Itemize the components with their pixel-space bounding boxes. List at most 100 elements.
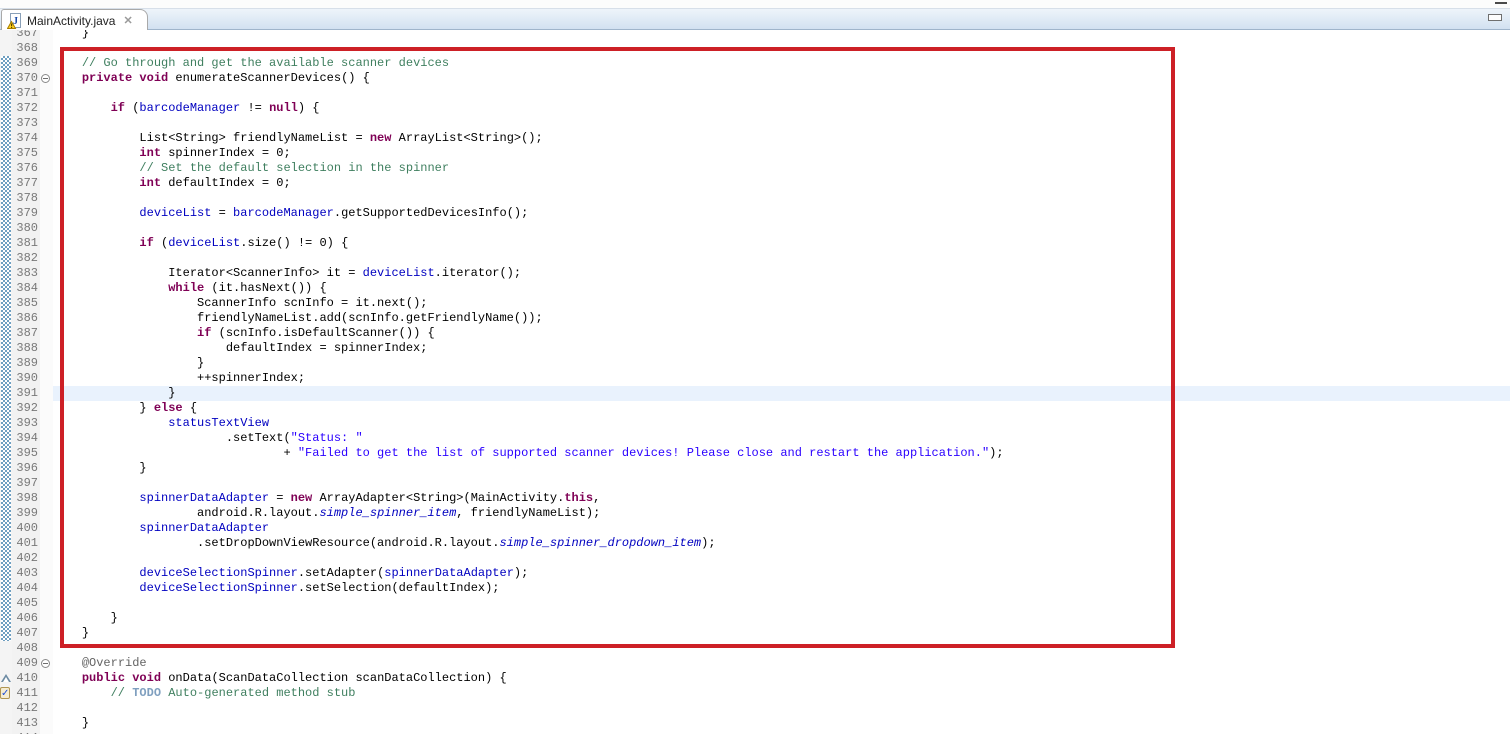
line-number[interactable]: 371: [12, 86, 40, 101]
code-line[interactable]: 379 deviceList = barcodeManager.getSuppo…: [0, 206, 1510, 221]
code-line[interactable]: 402: [0, 551, 1510, 566]
tab-mainactivity-java[interactable]: J MainActivity.java ✕: [1, 9, 148, 31]
line-number[interactable]: 378: [12, 191, 40, 206]
line-number[interactable]: 399: [12, 506, 40, 521]
code-line[interactable]: 378: [0, 191, 1510, 206]
code-line[interactable]: 400 spinnerDataAdapter: [0, 521, 1510, 536]
code-line[interactable]: 397: [0, 476, 1510, 491]
line-number[interactable]: 401: [12, 536, 40, 551]
line-number[interactable]: 382: [12, 251, 40, 266]
code-line[interactable]: 409 @Override: [0, 656, 1510, 671]
line-number[interactable]: 386: [12, 311, 40, 326]
line-number[interactable]: 383: [12, 266, 40, 281]
line-number[interactable]: 397: [12, 476, 40, 491]
code-line[interactable]: 386 friendlyNameList.add(scnInfo.getFrie…: [0, 311, 1510, 326]
line-number[interactable]: 380: [12, 221, 40, 236]
line-number[interactable]: 411: [12, 686, 40, 701]
override-marker-icon[interactable]: [1, 674, 11, 682]
code-line[interactable]: 396 }: [0, 461, 1510, 476]
code-line[interactable]: 384 while (it.hasNext()) {: [0, 281, 1510, 296]
line-number[interactable]: 409: [12, 656, 40, 671]
code-line[interactable]: 383 Iterator<ScannerInfo> it = deviceLis…: [0, 266, 1510, 281]
code-line[interactable]: 371: [0, 86, 1510, 101]
code-line[interactable]: 406 }: [0, 611, 1510, 626]
line-number[interactable]: 394: [12, 431, 40, 446]
code-line[interactable]: 412: [0, 701, 1510, 716]
line-number[interactable]: 392: [12, 401, 40, 416]
line-number[interactable]: 404: [12, 581, 40, 596]
line-number[interactable]: 396: [12, 461, 40, 476]
code-line[interactable]: 394 .setText("Status: ": [0, 431, 1510, 446]
code-line[interactable]: 377 int defaultIndex = 0;: [0, 176, 1510, 191]
code-line[interactable]: 393 statusTextView: [0, 416, 1510, 431]
code-line[interactable]: 398 spinnerDataAdapter = new ArrayAdapte…: [0, 491, 1510, 506]
code-line[interactable]: 404 deviceSelectionSpinner.setSelection(…: [0, 581, 1510, 596]
code-line[interactable]: 395 + "Failed to get the list of support…: [0, 446, 1510, 461]
task-marker-icon[interactable]: [0, 687, 10, 699]
line-number[interactable]: 372: [12, 101, 40, 116]
line-number[interactable]: 388: [12, 341, 40, 356]
code-line[interactable]: 389 }: [0, 356, 1510, 371]
code-line[interactable]: 387 if (scnInfo.isDefaultScanner()) {: [0, 326, 1510, 341]
code-line[interactable]: 380: [0, 221, 1510, 236]
code-line[interactable]: 375 int spinnerIndex = 0;: [0, 146, 1510, 161]
code-line[interactable]: 410 public void onData(ScanDataCollectio…: [0, 671, 1510, 686]
code-line[interactable]: 373: [0, 116, 1510, 131]
code-line[interactable]: 388 defaultIndex = spinnerIndex;: [0, 341, 1510, 356]
line-number[interactable]: 405: [12, 596, 40, 611]
code-line[interactable]: 370 private void enumerateScannerDevices…: [0, 71, 1510, 86]
line-number[interactable]: 368: [12, 41, 40, 56]
code-line[interactable]: 390 ++spinnerIndex;: [0, 371, 1510, 386]
line-number[interactable]: 381: [12, 236, 40, 251]
line-number[interactable]: 376: [12, 161, 40, 176]
line-number[interactable]: 377: [12, 176, 40, 191]
line-number[interactable]: 395: [12, 446, 40, 461]
line-number[interactable]: 407: [12, 626, 40, 641]
line-number[interactable]: 413: [12, 716, 40, 731]
line-number[interactable]: 389: [12, 356, 40, 371]
code-line[interactable]: 369 // Go through and get the available …: [0, 56, 1510, 71]
code-editor[interactable]: 367 }368369 // Go through and get the av…: [0, 30, 1510, 734]
line-number[interactable]: 398: [12, 491, 40, 506]
line-number[interactable]: 373: [12, 116, 40, 131]
line-number[interactable]: 369: [12, 56, 40, 71]
line-number[interactable]: 406: [12, 611, 40, 626]
line-number[interactable]: 403: [12, 566, 40, 581]
code-line[interactable]: 385 ScannerInfo scnInfo = it.next();: [0, 296, 1510, 311]
code-line[interactable]: 382: [0, 251, 1510, 266]
line-number[interactable]: 400: [12, 521, 40, 536]
code-line[interactable]: 413 }: [0, 716, 1510, 731]
line-number[interactable]: 412: [12, 701, 40, 716]
line-number[interactable]: 379: [12, 206, 40, 221]
code-line[interactable]: 408: [0, 641, 1510, 656]
code-line[interactable]: 368: [0, 41, 1510, 56]
line-number[interactable]: 410: [12, 671, 40, 686]
line-number[interactable]: 370: [12, 71, 40, 86]
tab-close-icon[interactable]: ✕: [123, 14, 132, 27]
line-number[interactable]: 384: [12, 281, 40, 296]
line-number[interactable]: 387: [12, 326, 40, 341]
line-number[interactable]: 393: [12, 416, 40, 431]
code-line[interactable]: 405: [0, 596, 1510, 611]
collapse-icon[interactable]: [41, 74, 50, 83]
code-line[interactable]: 407 }: [0, 626, 1510, 641]
line-number[interactable]: 375: [12, 146, 40, 161]
code-line[interactable]: 381 if (deviceList.size() != 0) {: [0, 236, 1510, 251]
line-number[interactable]: 374: [12, 131, 40, 146]
code-line[interactable]: 411 // TODO Auto-generated method stub: [0, 686, 1510, 701]
code-line[interactable]: 399 android.R.layout.simple_spinner_item…: [0, 506, 1510, 521]
code-line[interactable]: 372 if (barcodeManager != null) {: [0, 101, 1510, 116]
code-line[interactable]: 376 // Set the default selection in the …: [0, 161, 1510, 176]
line-number[interactable]: 367: [12, 30, 40, 41]
code-line[interactable]: 403 deviceSelectionSpinner.setAdapter(sp…: [0, 566, 1510, 581]
code-line[interactable]: 367 }: [0, 30, 1510, 41]
line-number[interactable]: 385: [12, 296, 40, 311]
line-number[interactable]: 402: [12, 551, 40, 566]
line-number[interactable]: 390: [12, 371, 40, 386]
code-line[interactable]: 392 } else {: [0, 401, 1510, 416]
line-number[interactable]: 391: [12, 386, 40, 401]
collapse-icon[interactable]: [41, 659, 50, 668]
line-number[interactable]: 408: [12, 641, 40, 656]
code-line[interactable]: 391 }: [0, 386, 1510, 401]
minimize-view-button[interactable]: [1488, 14, 1502, 21]
